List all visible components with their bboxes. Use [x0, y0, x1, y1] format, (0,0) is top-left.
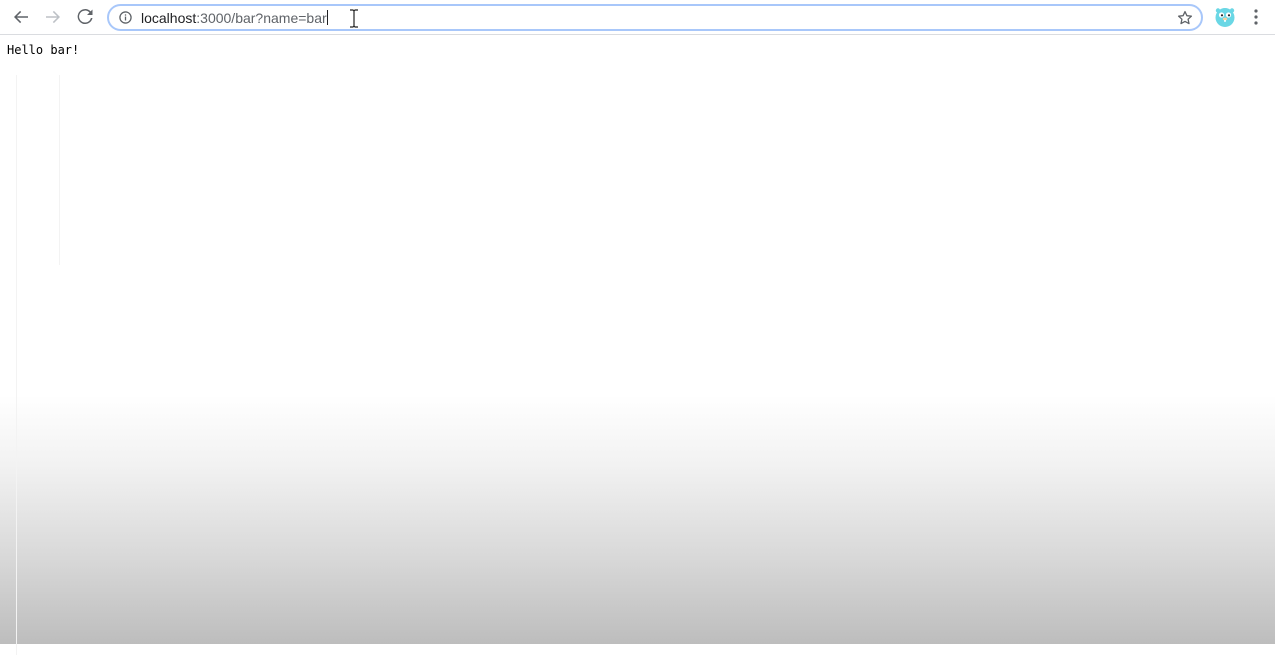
text-caret — [326, 10, 328, 25]
page-content: Hello bar! — [0, 35, 1275, 655]
info-icon[interactable] — [119, 11, 132, 24]
faint-vertical-line — [16, 75, 17, 655]
greeting-text: Hello bar! — [7, 43, 80, 57]
arrow-right-icon — [46, 10, 60, 24]
faint-vertical-line — [59, 75, 60, 265]
reload-icon — [77, 9, 93, 25]
back-button[interactable] — [9, 5, 33, 29]
address-bar[interactable]: localhost:3000/bar?name=bar — [107, 4, 1203, 31]
text-cursor-icon — [350, 9, 358, 28]
url-host: localhost — [141, 10, 197, 26]
url-path: :3000/bar?name=bar — [196, 10, 327, 26]
url-text[interactable]: localhost:3000/bar?name=bar — [141, 10, 328, 27]
arrow-left-icon — [14, 10, 28, 24]
forward-button[interactable] — [41, 5, 65, 29]
browser-toolbar: localhost:3000/bar?name=bar — [0, 0, 1275, 35]
vertical-dots-menu-icon[interactable] — [1248, 7, 1264, 27]
star-icon[interactable] — [1177, 10, 1193, 26]
gopher-extension-icon[interactable] — [1214, 6, 1236, 28]
reload-button[interactable] — [73, 5, 97, 29]
